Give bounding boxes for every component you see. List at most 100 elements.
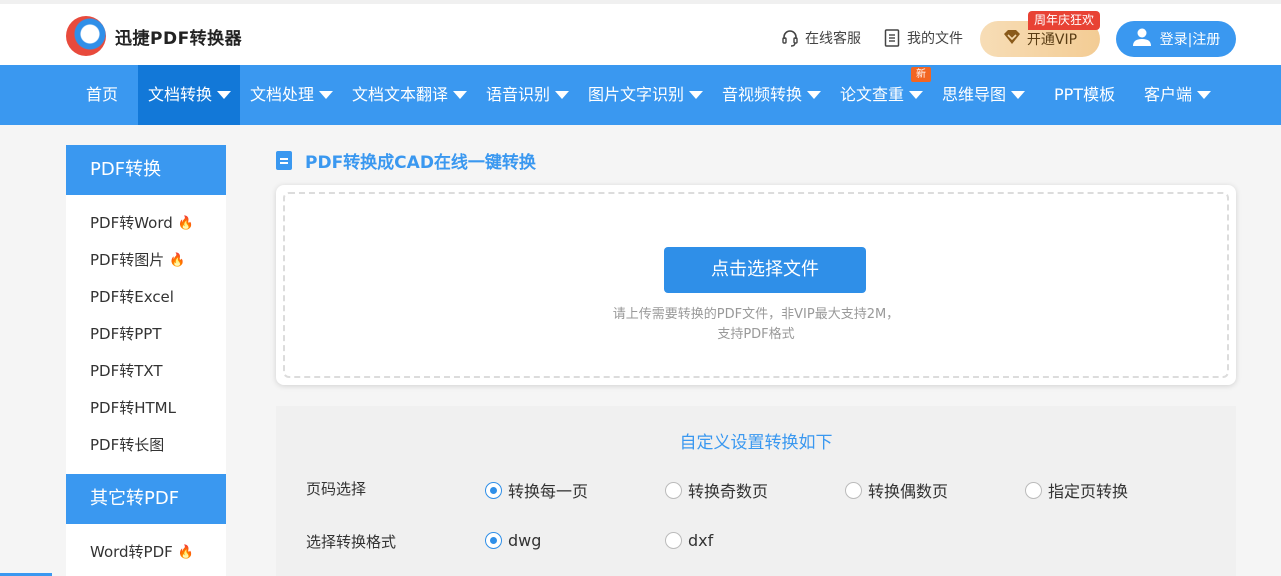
radio-checked-icon (485, 532, 502, 549)
fire-icon: 🔥 (177, 216, 194, 231)
brand-logo[interactable]: 迅捷PDF转换器 (66, 16, 242, 56)
sidebar-item-word-to-pdf[interactable]: Word转PDF 🔥 (66, 534, 226, 571)
nav-mind-map[interactable]: 思维导图 (942, 65, 1026, 125)
nav-image-ocr[interactable]: 图片文字识别 (588, 65, 704, 125)
new-badge: 新 (911, 67, 931, 82)
radio-label: dwg (508, 531, 542, 550)
chevron-down-icon (689, 91, 704, 99)
anniversary-badge: 周年庆狂欢 (1028, 11, 1101, 30)
radio-convert-even-pages[interactable]: 转换偶数页 (845, 478, 948, 502)
nav-speech-recognition-label: 语音识别 (486, 85, 551, 104)
upload-area[interactable]: 点击选择文件 请上传需要转换的PDF文件，非VIP最大支持2M， 支持PDF格式 (276, 185, 1236, 385)
fire-icon: 🔥 (177, 545, 194, 560)
sidebar-group-other-to-pdf-title: 其它转PDF (66, 474, 226, 524)
nav-client-label: 客户端 (1144, 85, 1193, 104)
sidebar-group-other-to-pdf: Word转PDF 🔥 (66, 524, 226, 576)
user-icon (1132, 28, 1152, 50)
online-service-link[interactable]: 在线客服 (781, 28, 861, 48)
page-title-text: PDF转换成CAD在线一键转换 (305, 153, 536, 173)
radio-label: 转换偶数页 (868, 482, 949, 501)
nav-ppt-template[interactable]: PPT模板 (1054, 65, 1115, 125)
login-register-button[interactable]: 登录|注册 (1116, 21, 1236, 57)
select-file-button[interactable]: 点击选择文件 (664, 247, 866, 293)
chevron-down-icon (555, 91, 570, 99)
nav-doc-process[interactable]: 文档处理 (250, 65, 334, 125)
fire-icon: 🔥 (169, 253, 186, 268)
radio-convert-specified-pages[interactable]: 指定页转换 (1025, 478, 1128, 502)
radio-label: 转换奇数页 (688, 482, 769, 501)
logo-icon (66, 16, 106, 56)
chevron-down-icon (909, 91, 924, 99)
nav-doc-process-label: 文档处理 (250, 85, 315, 104)
sidebar-item-label: PDF转TXT (90, 362, 163, 380)
sidebar-item-pdf-to-excel[interactable]: PDF转Excel (66, 279, 226, 316)
chevron-down-icon (217, 91, 232, 99)
nav-mind-map-label: 思维导图 (942, 85, 1007, 104)
main-nav: 首页 文档转换 文档处理 文档文本翻译 语音识别 图片文字识别 音视频转换 论文… (0, 65, 1281, 125)
upload-dropzone[interactable]: 点击选择文件 请上传需要转换的PDF文件，非VIP最大支持2M， 支持PDF格式 (283, 192, 1229, 378)
my-files-label: 我的文件 (907, 31, 963, 47)
upload-hint: 请上传需要转换的PDF文件，非VIP最大支持2M， 支持PDF格式 (285, 305, 1227, 345)
open-vip-label: 开通VIP (1026, 32, 1078, 48)
sidebar-group-pdf-convert: PDF转Word 🔥 PDF转图片 🔥 PDF转Excel PDF转PPT PDF转… (66, 195, 226, 474)
diamond-icon (1003, 29, 1021, 49)
radio-unchecked-icon (665, 481, 682, 499)
chevron-down-icon (319, 91, 334, 99)
radio-convert-odd-pages[interactable]: 转换奇数页 (665, 478, 768, 502)
nav-av-convert[interactable]: 音视频转换 (722, 65, 822, 125)
nav-image-ocr-label: 图片文字识别 (588, 85, 685, 104)
chevron-down-icon (1197, 91, 1212, 99)
radio-format-dwg[interactable]: dwg (485, 531, 541, 550)
sidebar-item-label: Word转PDF (90, 543, 173, 561)
document-icon (883, 29, 901, 47)
settings-title: 自定义设置转换如下 (679, 433, 833, 453)
my-files-link[interactable]: 我的文件 (883, 28, 963, 48)
radio-label: 指定页转换 (1048, 482, 1129, 501)
sidebar-item-pdf-to-image[interactable]: PDF转图片 🔥 (66, 242, 226, 279)
nav-speech-recognition[interactable]: 语音识别 (486, 65, 570, 125)
nav-doc-translate[interactable]: 文档文本翻译 (352, 65, 468, 125)
sidebar-item-label: PDF转长图 (90, 436, 165, 454)
radio-label: 转换每一页 (508, 482, 589, 501)
radio-convert-every-page[interactable]: 转换每一页 (485, 478, 588, 502)
radio-unchecked-icon (845, 481, 862, 499)
page-select-label: 页码选择 (306, 480, 367, 498)
sidebar-group-pdf-convert-title: PDF转换 (66, 145, 226, 195)
sidebar-item-pdf-to-ppt[interactable]: PDF转PPT (66, 316, 226, 353)
upload-hint-line1: 请上传需要转换的PDF文件，非VIP最大支持2M， (612, 307, 900, 322)
radio-unchecked-icon (1025, 481, 1042, 499)
sidebar-item-label: PDF转HTML (90, 399, 176, 417)
sidebar-item-pdf-to-html[interactable]: PDF转HTML (66, 390, 226, 427)
sidebar-item-pdf-to-word[interactable]: PDF转Word 🔥 (66, 205, 226, 242)
radio-format-dxf[interactable]: dxf (665, 531, 713, 550)
chevron-down-icon (807, 91, 822, 99)
login-register-label: 登录|注册 (1159, 32, 1221, 48)
nav-av-convert-label: 音视频转换 (722, 85, 803, 104)
online-service-label: 在线客服 (805, 31, 861, 47)
chevron-down-icon (1011, 91, 1026, 99)
nav-home[interactable]: 首页 (86, 65, 118, 125)
top-header: 迅捷PDF转换器 在线客服 我的文件 开通VIP 周年庆狂欢 登录|注册 (0, 0, 1281, 65)
nav-home-label: 首页 (86, 85, 119, 104)
radio-label: dxf (688, 531, 714, 550)
document-icon (276, 151, 292, 170)
radio-checked-icon (485, 481, 502, 499)
sidebar-item-pdf-to-txt[interactable]: PDF转TXT (66, 353, 226, 390)
sidebar-item-label: PDF转PPT (90, 325, 162, 343)
chevron-down-icon (453, 91, 468, 99)
nav-doc-convert[interactable]: 文档转换 (138, 65, 240, 125)
sidebar-item-label: PDF转Excel (90, 288, 174, 306)
format-select-label: 选择转换格式 (306, 533, 397, 551)
upload-hint-line2: 支持PDF格式 (717, 327, 795, 342)
brand-name: 迅捷PDF转换器 (115, 28, 243, 49)
sidebar-item-label: PDF转Word (90, 214, 173, 232)
page-title: PDF转换成CAD在线一键转换 (276, 148, 536, 173)
nav-client[interactable]: 客户端 (1144, 65, 1212, 125)
headset-icon (781, 29, 799, 47)
sidebar-item-pdf-to-long-image[interactable]: PDF转长图 (66, 427, 226, 464)
nav-doc-translate-label: 文档文本翻译 (352, 85, 449, 104)
nav-ppt-template-label: PPT模板 (1054, 85, 1116, 104)
sidebar-item-label: PDF转图片 (90, 251, 165, 269)
conversion-settings: 自定义设置转换如下 页码选择 转换每一页 转换奇数页 转换偶数页 指定页转换 选… (276, 406, 1236, 576)
nav-doc-convert-label: 文档转换 (148, 85, 213, 104)
